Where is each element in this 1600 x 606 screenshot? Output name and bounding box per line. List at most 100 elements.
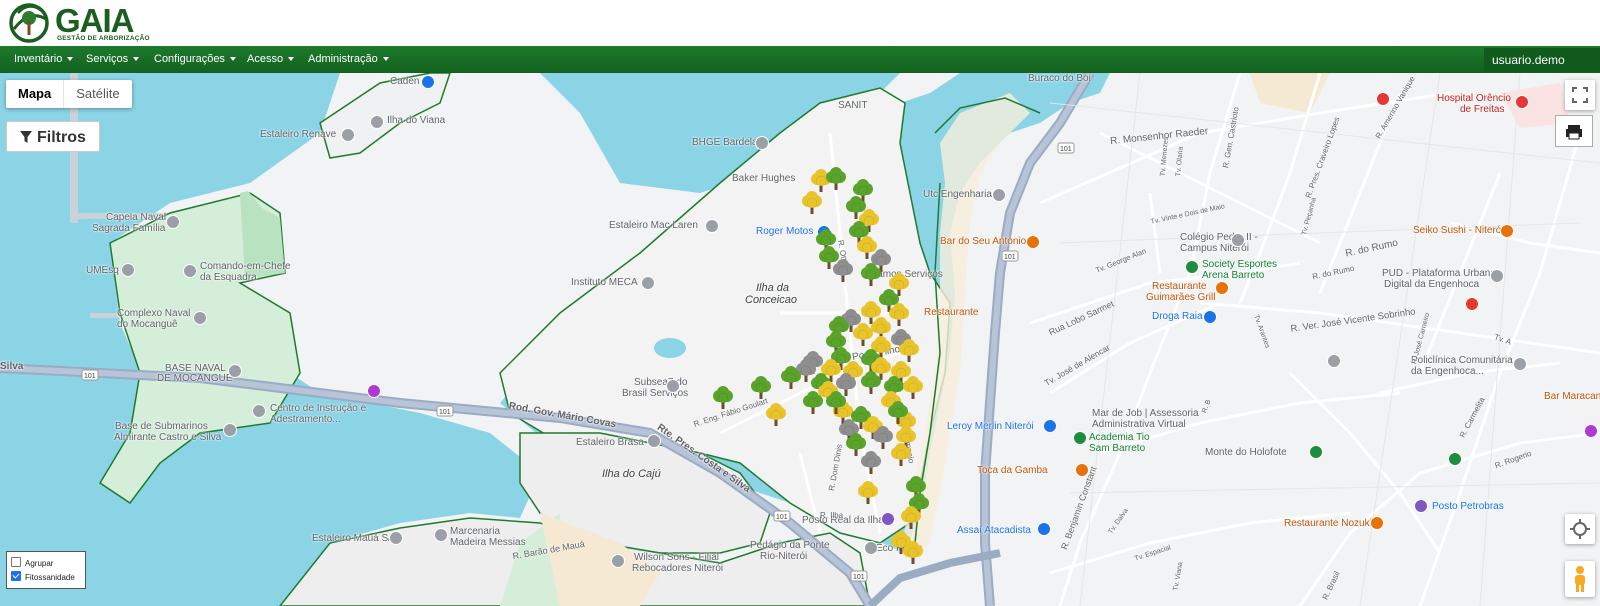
poi-pin-icon[interactable] [1490,269,1504,283]
poi-pin-icon[interactable] [228,364,242,378]
nav-configuracoes-label: Configurações [154,53,225,65]
place-label: Bar Maracan [1544,391,1600,402]
poi-pin-icon[interactable] [1043,419,1057,433]
poi-pin-icon[interactable] [1500,224,1514,238]
poi-pin-icon[interactable] [166,215,180,229]
poi-pin-icon[interactable] [193,311,207,325]
poi-pin-icon[interactable] [1185,260,1199,274]
poi-pin-icon[interactable] [1026,235,1040,249]
user-menu[interactable]: usuario.demo [1484,48,1600,72]
poi-pin-icon[interactable] [881,512,895,526]
nav-servicos[interactable]: Serviços [86,46,140,73]
tree-marker-icon[interactable] [898,339,920,363]
poi-pin-icon[interactable] [647,434,661,448]
fitossanidade-option[interactable]: Fitossanidade [11,571,75,583]
poi-pin-icon[interactable] [1414,499,1428,513]
place-label: Society Esportes [1202,259,1278,270]
tree-marker-icon[interactable] [845,433,867,457]
place-label: Buraco do Boi [1028,73,1091,84]
tree-marker-icon[interactable] [780,366,802,390]
filter-icon [20,131,32,143]
poi-pin-icon[interactable] [252,404,266,418]
poi-pin-icon[interactable] [705,219,719,233]
tree-marker-icon[interactable] [750,376,772,400]
nav-servicos-label: Serviços [86,53,129,65]
tree-marker-icon[interactable] [890,443,912,467]
tree-marker-icon[interactable] [860,263,882,287]
poi-pin-icon[interactable] [1376,92,1390,106]
poi-pin-icon[interactable] [121,263,135,277]
tree-marker-icon[interactable] [802,391,824,415]
poi-pin-icon[interactable] [1515,95,1529,109]
place-label: Rebocadores Niterói [632,563,724,574]
fullscreen-button[interactable] [1565,80,1595,110]
my-location-button[interactable] [1565,514,1595,544]
poi-pin-icon[interactable] [367,384,381,398]
nav-inventario[interactable]: Inventário [14,46,74,73]
nav-administracao[interactable]: Administração [308,46,389,73]
poi-pin-icon[interactable] [1370,516,1384,530]
poi-pin-icon[interactable] [1309,445,1323,459]
map-type-mapa[interactable]: Mapa [6,80,65,108]
place-label: Estaleiro Renave [260,129,337,140]
nav-acesso[interactable]: Acesso [247,46,295,73]
tree-marker-icon[interactable] [825,167,847,191]
poi-pin-icon[interactable] [1327,354,1341,368]
svg-text:101: 101 [84,373,96,380]
fitossanidade-checkbox[interactable] [11,571,21,581]
tree-marker-icon[interactable] [902,376,924,400]
poi-pin-icon[interactable] [421,75,435,89]
street-view-button[interactable] [1565,561,1595,597]
tree-marker-icon[interactable] [860,371,882,395]
poi-pin-icon[interactable] [1513,357,1527,371]
poi-pin-icon[interactable] [1037,522,1051,536]
poi-pin-icon[interactable] [992,188,1006,202]
tree-marker-icon[interactable] [902,541,924,565]
crosshair-icon [1570,519,1590,539]
poi-pin-icon[interactable] [434,528,448,542]
place-label: Estaleiro Brasa [576,437,644,448]
poi-pin-icon[interactable] [1465,297,1479,311]
poi-pin-icon[interactable] [864,541,878,555]
gaia-logo[interactable]: GAIA GESTÃO DE ARBORIZAÇÃO [8,3,150,43]
poi-pin-icon[interactable] [1215,281,1229,295]
tree-marker-icon[interactable] [801,191,823,215]
map-type-satelite[interactable]: Satélite [64,80,131,108]
tree-marker-icon[interactable] [765,403,787,427]
poi-pin-icon[interactable] [755,136,769,150]
road-label: R. Ilha [820,511,844,520]
place-label: Instituto MECA [571,277,638,288]
poi-pin-icon[interactable] [341,128,355,142]
agrupar-checkbox[interactable] [11,557,21,567]
tree-marker-icon[interactable] [825,391,847,415]
print-button[interactable] [1555,115,1593,147]
poi-pin-icon[interactable] [1203,310,1217,324]
poi-pin-icon[interactable] [370,115,384,129]
pegman-icon [1575,566,1585,592]
poi-pin-icon[interactable] [183,264,197,278]
tree-marker-icon[interactable] [712,386,734,410]
place-label: do Mocanguê [117,319,178,330]
poi-pin-icon[interactable] [1073,431,1087,445]
place-label: Policlínica Comunitária [1411,355,1513,366]
nav-configuracoes[interactable]: Configurações [154,46,236,73]
poi-pin-icon[interactable] [1584,424,1598,438]
poi-pin-icon[interactable] [611,554,625,568]
tree-logo-icon [9,3,49,43]
poi-pin-icon[interactable] [1448,452,1462,466]
poi-pin-icon[interactable] [666,379,680,393]
tree-marker-icon[interactable] [900,506,922,530]
poi-pin-icon[interactable] [1231,233,1245,247]
agrupar-option[interactable]: Agrupar [11,557,53,569]
nav-acesso-label: Acesso [247,53,284,65]
map-canvas[interactable]: 101 101 101 101 101 101 Caden Ilha do Vi… [0,73,1600,606]
tree-marker-icon[interactable] [887,401,909,425]
poi-pin-icon[interactable] [641,276,655,290]
place-label: Complexo Naval [117,308,191,319]
poi-pin-icon[interactable] [223,423,237,437]
tree-marker-icon[interactable] [857,481,879,505]
tree-marker-icon[interactable] [832,259,854,283]
poi-pin-icon[interactable] [1075,463,1089,477]
filters-button[interactable]: Filtros [6,121,100,152]
poi-pin-icon[interactable] [389,531,403,545]
